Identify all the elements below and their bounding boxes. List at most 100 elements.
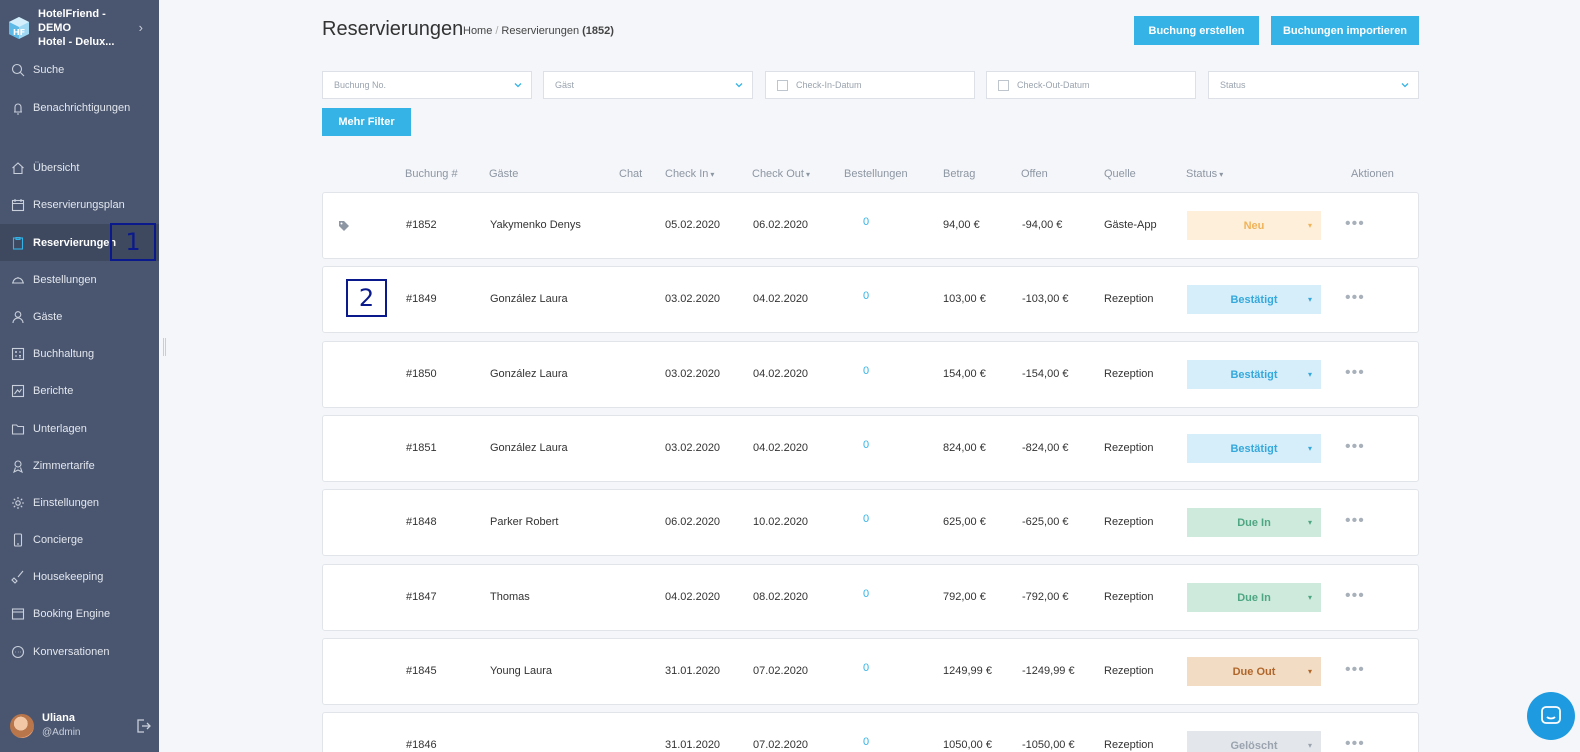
status-dropdown[interactable]: Due In ▾ (1187, 583, 1321, 612)
chevron-down-icon: ▾ (1307, 667, 1312, 676)
chevron-down-icon (735, 83, 743, 88)
booking-number[interactable]: #1846 (406, 739, 437, 751)
support-chat-button[interactable] (1527, 692, 1575, 740)
orders-count[interactable]: 0 (863, 290, 869, 302)
more-actions-icon[interactable]: ••• (1345, 588, 1365, 604)
status-dropdown[interactable]: Neu ▾ (1187, 211, 1321, 240)
sidebar-item-einstellungen[interactable]: Einstellungen (0, 484, 159, 521)
logout-icon[interactable] (135, 718, 151, 734)
guest-name[interactable]: Parker Robert (490, 516, 558, 528)
sidebar-item-housekeeping[interactable]: Housekeeping (0, 558, 159, 595)
source: Rezeption (1104, 368, 1154, 380)
sidebar-item-benachrichtigungen[interactable]: Benachrichtigungen (0, 89, 159, 126)
table-row[interactable]: #1851 González Laura 03.02.2020 04.02.2020 0… (322, 415, 1419, 482)
table-row[interactable]: #1845 Young Laura 31.01.2020 07.02.2020 0 124… (322, 638, 1419, 705)
user-role: @Admin (42, 727, 81, 738)
booking-number[interactable]: #1850 (406, 368, 437, 380)
sidebar-item-bestellungen[interactable]: Bestellungen (0, 261, 159, 298)
more-actions-icon[interactable]: ••• (1345, 662, 1365, 678)
status-dropdown[interactable]: Bestätigt ▾ (1187, 285, 1321, 314)
table-row[interactable]: #1850 González Laura 03.02.2020 04.02.2020 0… (322, 341, 1419, 408)
booking-number[interactable]: #1847 (406, 591, 437, 603)
column-header-chat: Chat (619, 168, 643, 180)
sidebar-item-buchhaltung[interactable]: Buchhaltung (0, 335, 159, 372)
table-row[interactable]: #1847 Thomas 04.02.2020 08.02.2020 0 792,00 €… (322, 564, 1419, 631)
status-dropdown[interactable]: Gelöscht ▾ (1187, 731, 1321, 752)
more-actions-icon[interactable]: ••• (1345, 365, 1365, 381)
guest-name[interactable]: González Laura (490, 293, 568, 305)
sidebar-item-berichte[interactable]: Berichte (0, 372, 159, 409)
booking-number[interactable]: #1845 (406, 665, 437, 677)
more-actions-icon[interactable]: ••• (1345, 513, 1365, 529)
booking-no-select[interactable]: Buchung No. (322, 71, 532, 99)
booking-number[interactable]: #1849 (406, 293, 437, 305)
guest-name[interactable]: Yakymenko Denys (490, 219, 581, 231)
guest-name[interactable]: González Laura (490, 442, 568, 454)
booking-number[interactable]: #1848 (406, 516, 437, 528)
create-booking-button[interactable]: Buchung erstellen (1134, 16, 1259, 45)
orders-count[interactable]: 0 (863, 365, 869, 377)
sidebar-item-label: Konversationen (33, 645, 110, 658)
more-filters-button[interactable]: Mehr Filter (322, 108, 411, 136)
booking-number[interactable]: #1851 (406, 442, 437, 454)
column-header-status[interactable]: Status ▾ (1186, 168, 1223, 180)
avatar (10, 714, 34, 738)
more-actions-icon[interactable]: ••• (1345, 439, 1365, 455)
orders-count[interactable]: 0 (863, 662, 869, 674)
status-select[interactable]: Status (1208, 71, 1419, 99)
sidebar-item-konversationen[interactable]: Konversationen (0, 633, 159, 670)
table-row[interactable]: #1848 Parker Robert 06.02.2020 10.02.2020 0 6… (322, 489, 1419, 556)
open-amount: -1050,00 € (1022, 739, 1075, 751)
sidebar-item-label: Unterlagen (33, 422, 87, 435)
check-in-date-field[interactable]: Check-In-Datum (765, 71, 975, 99)
more-actions-icon[interactable]: ••• (1345, 290, 1365, 306)
column-header-check-in[interactable]: Check In ▾ (665, 168, 714, 180)
more-actions-icon[interactable]: ••• (1345, 736, 1365, 752)
breadcrumb-home[interactable]: Home (463, 25, 492, 37)
sidebar-item-booking-engine[interactable]: Booking Engine (0, 595, 159, 632)
sidebar-resize-handle[interactable] (163, 338, 166, 356)
guest-name[interactable]: Thomas (490, 591, 530, 603)
guest-name[interactable]: Young Laura (490, 665, 552, 677)
sidebar-item-label: Einstellungen (33, 496, 100, 509)
orders-count[interactable]: 0 (863, 439, 869, 451)
import-bookings-button[interactable]: Buchungen importieren (1271, 16, 1419, 45)
sidebar-item-zimmertarife[interactable]: Zimmertarife (0, 447, 159, 484)
sidebar-item-gäste[interactable]: Gäste (0, 298, 159, 335)
guest-select[interactable]: Gäst (543, 71, 753, 99)
chevron-down-icon: ▾ (1307, 221, 1312, 230)
table-row[interactable]: #1846 31.01.2020 07.02.2020 0 1050,00 € -1050… (322, 712, 1419, 752)
user-profile[interactable]: Uliana @Admin (0, 706, 159, 752)
column-header-check-out[interactable]: Check Out ▾ (752, 168, 810, 180)
status-label: Bestätigt (1230, 368, 1278, 381)
open-amount: -1249,99 € (1022, 665, 1075, 677)
column-header-guests: Gäste (489, 168, 519, 180)
table-row[interactable]: #1849 González Laura 03.02.2020 04.02.2020 0… (322, 266, 1419, 333)
orders-count[interactable]: 0 (863, 216, 869, 228)
column-header-booking: Buchung # (405, 168, 458, 180)
sidebar-item-concierge[interactable]: Concierge (0, 521, 159, 558)
guest-name[interactable]: González Laura (490, 368, 568, 380)
booking-number[interactable]: #1852 (406, 219, 437, 231)
status-dropdown[interactable]: Due In ▾ (1187, 508, 1321, 537)
sidebar-item-unterlagen[interactable]: Unterlagen (0, 410, 159, 447)
calendar-checkbox-icon (998, 79, 1009, 91)
annotation-box-1: 1 (110, 223, 156, 261)
chat-icon (11, 645, 25, 659)
hotelfriend-logo-icon: HF (9, 17, 29, 39)
hotel-switcher[interactable]: HF HotelFriend - DEMO Hotel - Delux... › (0, 0, 159, 56)
check-out-date-field[interactable]: Check-Out-Datum (986, 71, 1196, 99)
more-actions-icon[interactable]: ••• (1345, 216, 1365, 232)
sidebar-item-reservierungsplan[interactable]: Reservierungsplan (0, 186, 159, 223)
status-dropdown[interactable]: Due Out ▾ (1187, 657, 1321, 686)
user-name: Uliana (42, 712, 76, 724)
orders-count[interactable]: 0 (863, 513, 869, 525)
status-dropdown[interactable]: Bestätigt ▾ (1187, 434, 1321, 463)
sidebar-item-übersicht[interactable]: Übersicht (0, 149, 159, 186)
status-dropdown[interactable]: Bestätigt ▾ (1187, 360, 1321, 389)
orders-count[interactable]: 0 (863, 588, 869, 600)
table-row[interactable]: #1852 Yakymenko Denys 05.02.2020 06.02.2020… (322, 192, 1419, 259)
orders-count[interactable]: 0 (863, 736, 869, 748)
sidebar-item-suche[interactable]: Suche (0, 51, 159, 88)
source: Gäste-App (1104, 219, 1157, 231)
